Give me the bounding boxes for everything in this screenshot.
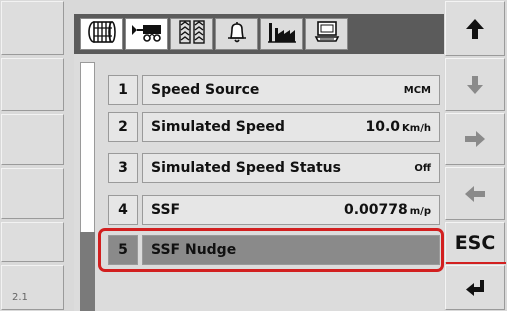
row-number: 4 bbox=[108, 195, 138, 225]
row-number: 3 bbox=[108, 153, 138, 183]
tab-alarms[interactable] bbox=[215, 18, 258, 50]
selection-highlight bbox=[98, 228, 444, 272]
row-label: Speed Source bbox=[151, 82, 260, 98]
row-value: MCM bbox=[403, 85, 431, 96]
tab-computer[interactable] bbox=[305, 18, 348, 50]
row-number: 1 bbox=[108, 75, 138, 105]
tab-seeder[interactable] bbox=[125, 18, 168, 50]
row-field[interactable]: Simulated Speed 10.0 Km/h bbox=[142, 112, 440, 142]
left-softkey-4[interactable] bbox=[1, 168, 64, 219]
bell-icon bbox=[225, 20, 249, 48]
left-softkey-column: 2.1 bbox=[0, 0, 66, 311]
scrollbar-thumb[interactable] bbox=[80, 232, 95, 311]
row-value: Off bbox=[414, 163, 431, 174]
row-number: 2 bbox=[108, 112, 138, 142]
esc-button[interactable]: ESC bbox=[445, 222, 506, 264]
tab-tracks[interactable] bbox=[170, 18, 213, 50]
row-field[interactable]: Simulated Speed Status Off bbox=[142, 153, 440, 183]
scroll-up-button[interactable] bbox=[445, 1, 505, 56]
row-field[interactable]: Speed Source MCM bbox=[142, 75, 440, 105]
row-unit: m/p bbox=[409, 206, 431, 217]
scroll-down-button[interactable] bbox=[445, 58, 505, 111]
terminal-screen: 2.1 1 Speed Source MCM 2 Simulated Speed… bbox=[0, 0, 507, 311]
left-softkey-5[interactable] bbox=[1, 222, 64, 262]
left-softkey-2[interactable] bbox=[1, 58, 64, 111]
left-softkey-6[interactable]: 2.1 bbox=[1, 265, 64, 310]
page-number-label: 2.1 bbox=[12, 292, 28, 303]
right-softkey-column: ESC bbox=[445, 0, 507, 311]
enter-button[interactable] bbox=[445, 265, 505, 310]
esc-underline bbox=[446, 262, 506, 264]
navigate-left-button[interactable] bbox=[445, 167, 505, 220]
row-value-group: 10.0 Km/h bbox=[366, 119, 432, 135]
row-label: Simulated Speed Status bbox=[151, 160, 341, 176]
row-field[interactable]: SSF 0.00778 m/p bbox=[142, 195, 440, 225]
arrow-up-icon bbox=[465, 18, 485, 40]
tab-drum[interactable] bbox=[80, 18, 123, 50]
seeder-icon bbox=[130, 21, 164, 47]
arrow-right-icon bbox=[464, 130, 486, 148]
tab-strip bbox=[74, 14, 444, 54]
left-softkey-1[interactable] bbox=[1, 1, 64, 55]
factory-icon bbox=[267, 20, 297, 48]
enter-icon bbox=[465, 279, 485, 297]
row-value: 10.0 bbox=[365, 119, 401, 135]
navigate-right-button[interactable] bbox=[445, 113, 505, 165]
setting-row-speed-source[interactable]: 1 Speed Source MCM bbox=[108, 75, 442, 105]
arrow-down-icon bbox=[466, 75, 484, 95]
tab-factory[interactable] bbox=[260, 18, 303, 50]
row-unit: Km/h bbox=[402, 123, 431, 134]
drum-icon bbox=[87, 20, 117, 48]
row-value-group: 0.00778 m/p bbox=[344, 202, 431, 218]
setting-row-simulated-speed[interactable]: 2 Simulated Speed 10.0 Km/h bbox=[108, 112, 442, 142]
row-label: SSF bbox=[151, 202, 181, 218]
arrow-left-icon bbox=[464, 185, 486, 203]
row-label: Simulated Speed bbox=[151, 119, 285, 135]
setting-row-ssf[interactable]: 4 SSF 0.00778 m/p bbox=[108, 195, 442, 225]
tire-tracks-icon bbox=[178, 20, 206, 48]
setting-row-simulated-speed-status[interactable]: 3 Simulated Speed Status Off bbox=[108, 153, 442, 183]
row-value: 0.00778 bbox=[344, 202, 408, 218]
left-softkey-3[interactable] bbox=[1, 114, 64, 165]
computer-icon bbox=[313, 20, 341, 48]
esc-label: ESC bbox=[454, 231, 496, 254]
